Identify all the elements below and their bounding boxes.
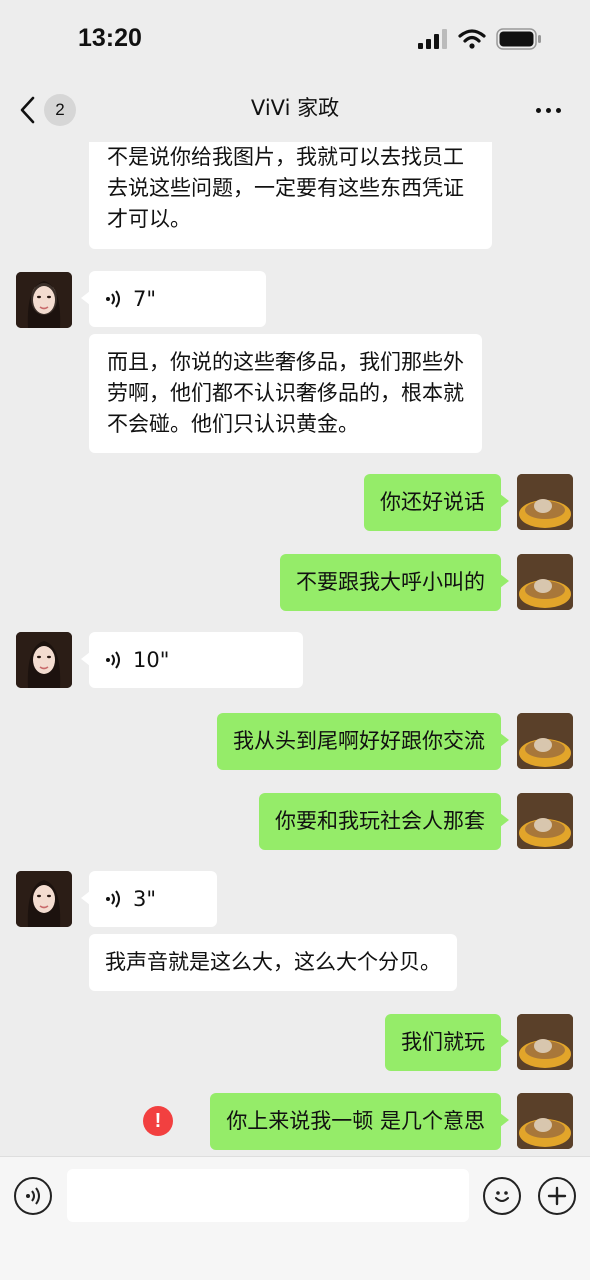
message-text: 我们就玩 [401,1030,485,1054]
message-text: 不是说你给我图片，我就可以去找员工去说这些问题，一定要有这些东西凭证才可以。 [107,145,464,231]
send-failed-icon[interactable]: ! [143,1106,173,1136]
my-avatar[interactable] [517,554,573,610]
signal-icon [418,29,447,49]
voice-message-incoming[interactable]: 10" [81,632,303,688]
message-bubble-incoming[interactable]: 而且，你说的这些奢侈品，我们那些外劳啊，他们都不认识奢侈品的，根本就不会碰。他们… [89,334,482,453]
voice-duration: 3" [133,886,157,911]
voice-message-incoming[interactable]: 3" [81,871,217,927]
message-bubble-outgoing[interactable]: 你要和我玩社会人那套 [259,793,509,850]
message-bubble-incoming[interactable]: 不是说你给我图片，我就可以去找员工去说这些问题，一定要有这些东西凭证才可以。 [89,142,492,249]
message-text: 我声音就是这么大，这么大个分贝。 [105,950,441,974]
emoji-icon [495,1191,509,1202]
battery-icon [496,28,541,50]
message-bubble-outgoing[interactable]: 我从头到尾啊好好跟你交流 [217,713,509,770]
more-options-button[interactable] [528,90,568,130]
message-bubble-outgoing[interactable]: 我们就玩 [385,1014,509,1071]
contact-avatar[interactable] [16,632,72,688]
message-text: 不要跟我大呼小叫的 [296,570,485,594]
my-avatar[interactable] [517,474,573,530]
chat-header: 2 ViVi 家政 [0,80,590,142]
message-bubble-outgoing[interactable]: 不要跟我大呼小叫的 [280,554,509,611]
chat-title: ViVi 家政 [250,96,340,120]
wifi-icon [458,29,486,49]
my-avatar[interactable] [517,713,573,769]
voice-wave-icon [106,890,120,908]
contact-avatar[interactable] [16,272,72,328]
voice-message-incoming[interactable]: 7" [81,271,266,327]
add-button[interactable] [538,1177,576,1215]
message-list[interactable]: 不是说你给我图片，我就可以去找员工去说这些问题，一定要有这些东西凭证才可以。 7… [0,142,590,1156]
voice-input-button[interactable] [14,1177,52,1215]
more-dots-icon [535,107,561,113]
contact-avatar[interactable] [16,871,72,927]
voice-wave-icon [106,290,120,308]
message-bubble-incoming[interactable]: 我声音就是这么大，这么大个分贝。 [89,934,457,991]
add-icon [547,1186,567,1206]
voice-wave-icon [106,651,120,669]
voice-input-icon [26,1187,40,1205]
emoji-button[interactable] [483,1177,521,1215]
status-icons [418,28,542,50]
voice-duration: 10" [133,647,170,672]
message-text-input[interactable] [67,1169,469,1222]
message-input-bar [0,1156,590,1280]
my-avatar[interactable] [517,793,573,849]
message-text: 你还好说话 [380,490,485,514]
my-avatar[interactable] [517,1093,573,1149]
message-bubble-outgoing[interactable]: 你还好说话 [364,474,509,531]
message-text: 而且，你说的这些奢侈品，我们那些外劳啊，他们都不认识奢侈品的，根本就不会碰。他们… [107,350,464,436]
my-avatar[interactable] [517,1014,573,1070]
message-text: 你上来说我一顿 是几个意思 [226,1109,485,1133]
message-text: 我从头到尾啊好好跟你交流 [233,729,485,753]
message-text: 你要和我玩社会人那套 [275,809,485,833]
status-time: 13:20 [78,24,142,52]
status-bar: 13:20 [0,0,590,80]
voice-duration: 7" [133,286,157,311]
message-bubble-outgoing[interactable]: 你上来说我一顿 是几个意思 [210,1093,509,1150]
